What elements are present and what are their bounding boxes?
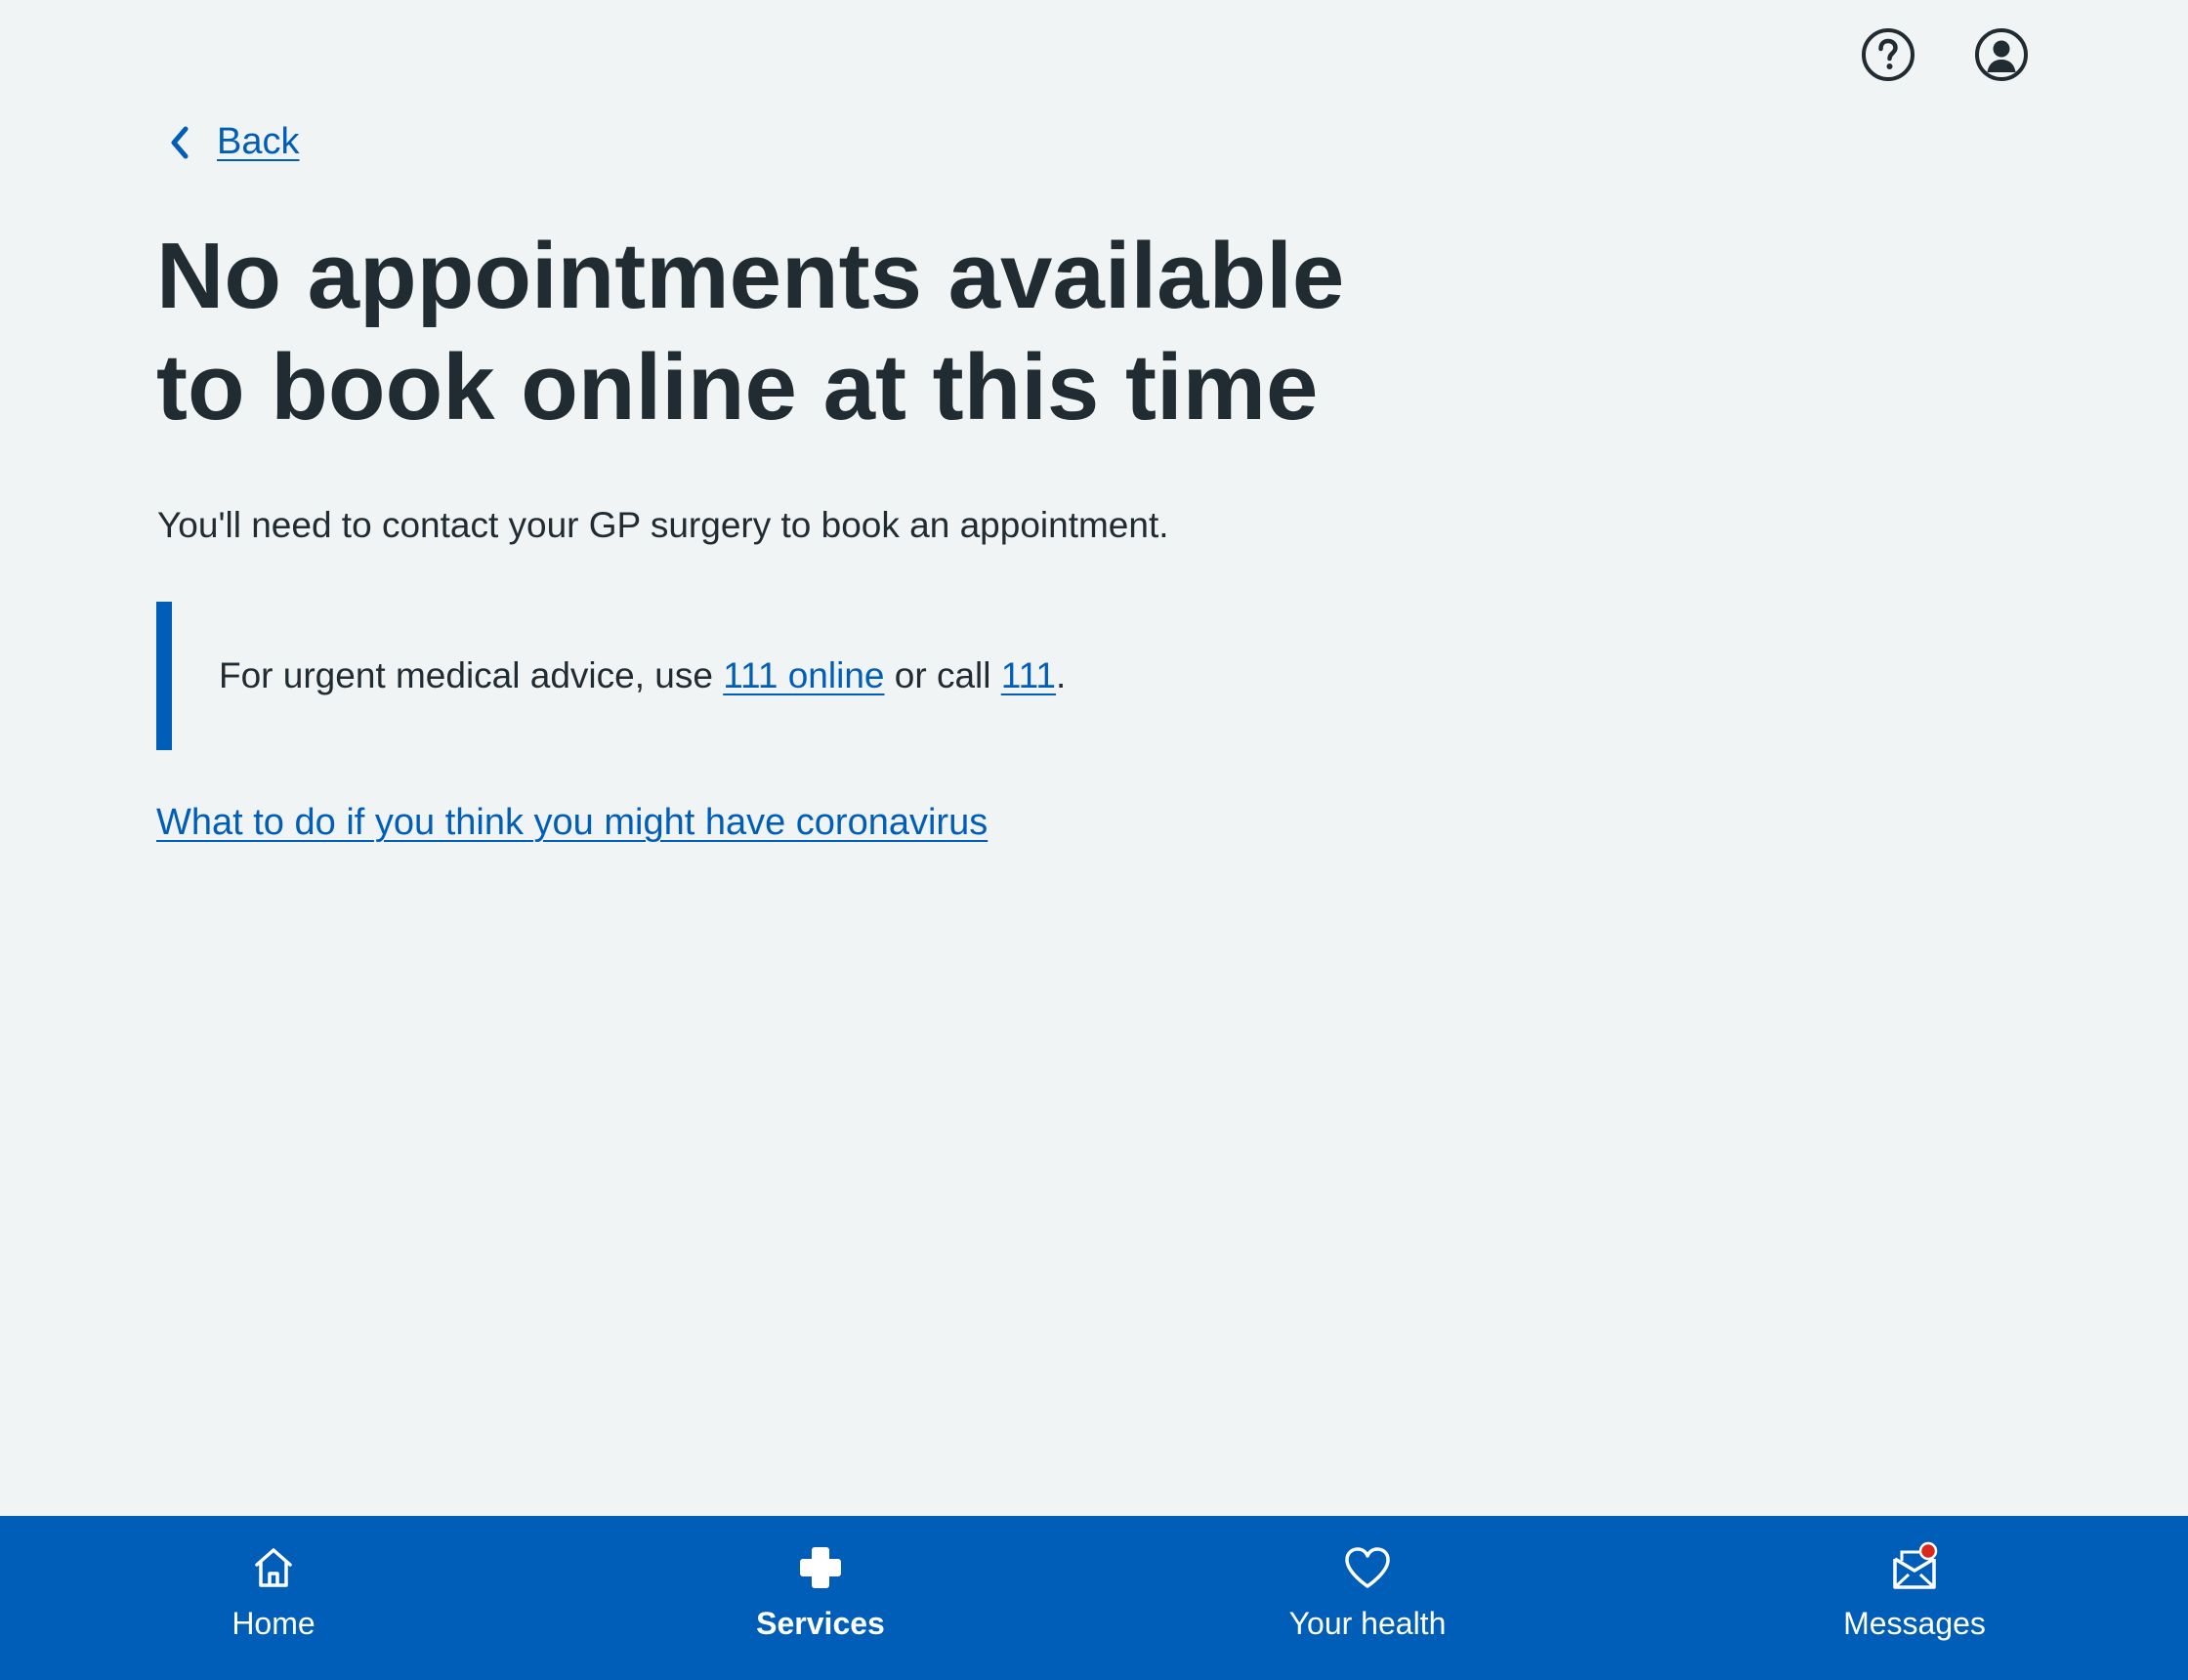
messages-envelope-icon	[1893, 1541, 1938, 1589]
nav-label-services: Services	[756, 1606, 885, 1641]
urgent-advice-middle: or call	[884, 655, 1001, 695]
account-icon[interactable]	[1973, 26, 2030, 83]
help-icon[interactable]	[1860, 26, 1916, 83]
chevron-left-icon	[171, 126, 189, 158]
urgent-advice-inset: For urgent medical advice, use 111 onlin…	[156, 602, 1328, 750]
urgent-advice-text: For urgent medical advice, use 111 onlin…	[219, 651, 1066, 700]
services-cross-icon	[800, 1547, 841, 1588]
back-link[interactable]: Back	[166, 121, 299, 163]
header-actions	[1860, 26, 2030, 83]
urgent-advice-prefix: For urgent medical advice, use	[219, 655, 724, 695]
heart-icon	[1345, 1547, 1390, 1588]
coronavirus-link[interactable]: What to do if you think you might have c…	[156, 798, 988, 847]
back-label: Back	[217, 121, 300, 162]
home-icon	[255, 1548, 292, 1587]
111-online-link[interactable]: 111 online	[723, 655, 884, 695]
nav-item-messages[interactable]: Messages	[1641, 1516, 2188, 1680]
nav-label-your-health: Your health	[1288, 1606, 1447, 1641]
nav-label-messages: Messages	[1843, 1606, 1986, 1641]
nav-label-home: Home	[231, 1606, 316, 1641]
bottom-nav: Home Services Your health Messages	[0, 1516, 2188, 1680]
urgent-advice-suffix: .	[1056, 655, 1067, 695]
call-111-link[interactable]: 111	[1001, 655, 1056, 695]
nav-item-home[interactable]: Home	[0, 1516, 547, 1680]
unread-badge	[1918, 1541, 1938, 1561]
intro-text: You'll need to contact your GP surgery t…	[157, 505, 1169, 545]
nav-item-services[interactable]: Services	[547, 1516, 1094, 1680]
nav-item-your-health[interactable]: Your health	[1094, 1516, 1641, 1680]
page-title: No appointments available to book online…	[156, 224, 1345, 440]
